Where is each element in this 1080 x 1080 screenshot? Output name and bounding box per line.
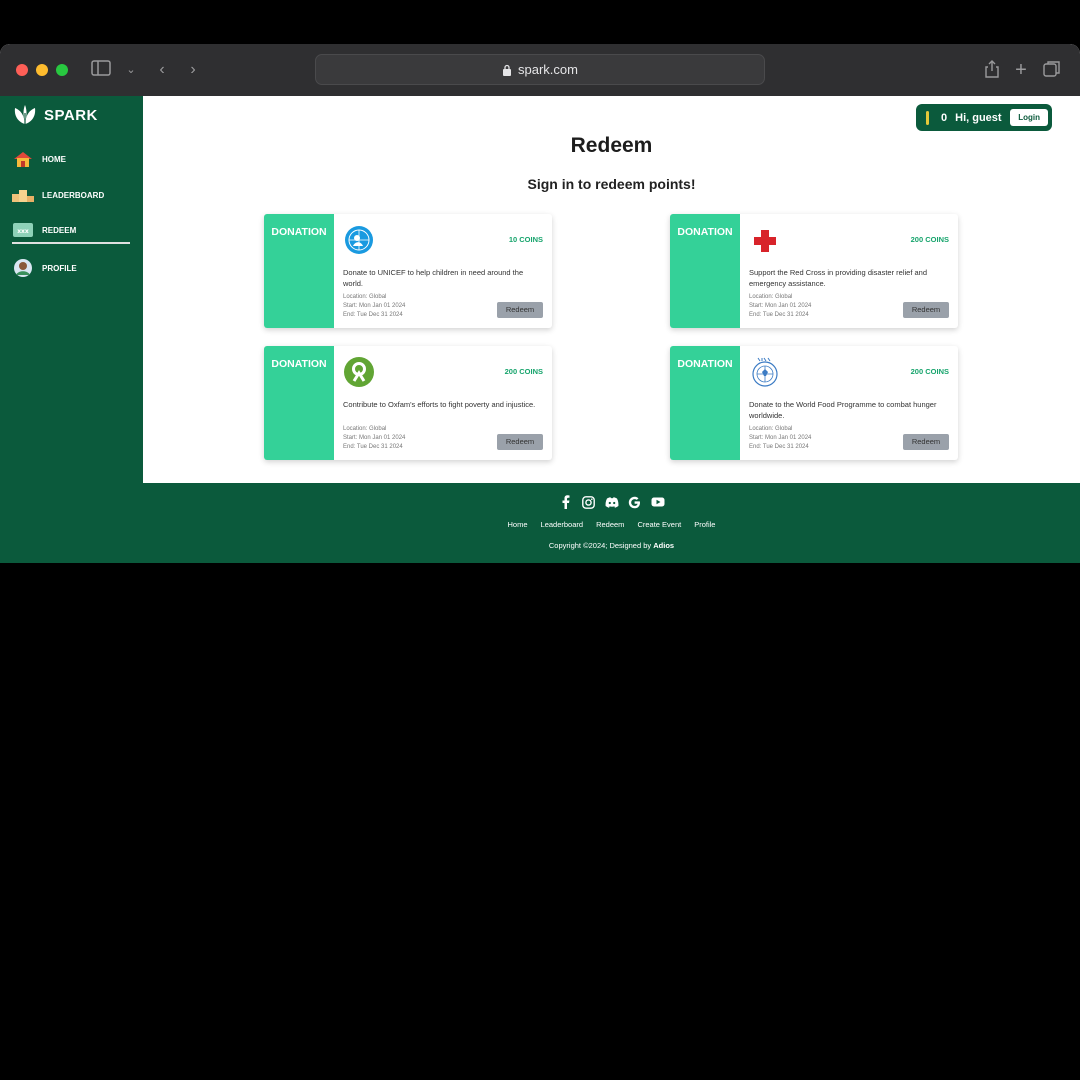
card-meta: Location: Global Start: Mon Jan 01 2024 … [343, 425, 405, 452]
login-button[interactable]: Login [1010, 109, 1048, 126]
coin-cost: 200 COINS [910, 367, 949, 376]
instagram-icon[interactable] [582, 495, 596, 509]
redeem-button[interactable]: Redeem [497, 302, 543, 318]
brand-name: SPARK [44, 106, 98, 124]
coin-cost: 10 COINS [508, 235, 543, 244]
redeem-button[interactable]: Redeem [497, 434, 543, 450]
card-end: End: Tue Dec 31 2024 [749, 312, 809, 318]
card-end: End: Tue Dec 31 2024 [343, 312, 403, 318]
main-content: 0 Hi, guest Login Redeem Sign in to rede… [143, 96, 1080, 483]
red-cross-icon [754, 230, 776, 252]
address-bar[interactable]: spark.com [315, 54, 765, 85]
card-meta: Location: Global Start: Mon Jan 01 2024 … [343, 293, 405, 320]
youtube-icon[interactable] [651, 495, 665, 509]
minimize-window-button[interactable] [36, 64, 48, 76]
url-text: spark.com [518, 62, 578, 77]
new-tab-icon[interactable]: + [1011, 60, 1031, 80]
designer-name: Adios [653, 541, 675, 550]
card-tag: DONATION [670, 214, 740, 328]
close-window-button[interactable] [16, 64, 28, 76]
card-tag: DONATION [670, 346, 740, 460]
sidebar-item-leaderboard[interactable]: LEADERBOARD [12, 182, 130, 208]
card-start: Start: Mon Jan 01 2024 [749, 435, 812, 441]
coin-cost: 200 COINS [910, 235, 949, 244]
card-description: Support the Red Cross in providing disas… [749, 268, 928, 288]
footer-link-home[interactable]: Home [508, 520, 528, 529]
sidebar-item-profile[interactable]: PROFILE [12, 255, 130, 281]
maximize-window-button[interactable] [56, 64, 68, 76]
footer: Home Leaderboard Redeem Create Event Pro… [143, 483, 1080, 563]
card-location: Location: Global [749, 294, 793, 300]
share-icon[interactable] [982, 60, 1002, 80]
coin-cost: 200 COINS [504, 367, 543, 376]
user-status: 0 Hi, guest Login [916, 104, 1052, 131]
sidebar-item-label: PROFILE [42, 263, 77, 273]
sidebar-item-label: HOME [42, 154, 66, 164]
chevron-down-icon[interactable]: ⌄ [121, 60, 141, 80]
home-icon [12, 150, 34, 168]
card-description: Contribute to Oxfam's efforts to fight p… [343, 400, 536, 409]
redeem-button[interactable]: Redeem [903, 302, 949, 318]
footer-link-redeem[interactable]: Redeem [596, 520, 624, 529]
page-title: Redeem [570, 134, 653, 157]
footer-links: Home Leaderboard Redeem Create Event Pro… [143, 520, 1080, 529]
page-subtitle: Sign in to redeem points! [527, 176, 696, 192]
card-tag: DONATION [264, 214, 334, 328]
card-location: Location: Global [343, 426, 387, 432]
sidebar-item-label: REDEEM [42, 225, 77, 235]
coin-icon [926, 110, 929, 125]
sidebar-item-redeem[interactable]: xxx REDEEM [12, 218, 130, 244]
card-meta: Location: Global Start: Mon Jan 01 2024 … [749, 293, 811, 320]
redeem-icon: xxx [12, 221, 34, 239]
copyright: Copyright ©2024; Designed by Adios [143, 541, 1080, 550]
card-end: End: Tue Dec 31 2024 [749, 444, 809, 450]
unicef-icon [345, 226, 373, 254]
footer-link-leaderboard[interactable]: Leaderboard [541, 520, 584, 529]
sidebar: SPARK HOME LEADERBOARD xxx REDEEM PROFIL… [0, 96, 143, 563]
reward-card: DONATION 200 COINS Support the Red Cross… [670, 214, 958, 328]
social-links [143, 495, 1080, 509]
card-description: Donate to the World Food Programme to co… [749, 400, 937, 420]
greeting: Hi, guest [955, 111, 1002, 124]
facebook-icon[interactable] [559, 495, 573, 509]
card-end: End: Tue Dec 31 2024 [343, 444, 403, 450]
reward-card: DONATION 10 COINS Donate to UNICEF to he… [264, 214, 552, 328]
card-start: Start: Mon Jan 01 2024 [749, 303, 812, 309]
sidebar-item-home[interactable]: HOME [12, 146, 130, 172]
reward-card: DONATION 200 COINS Donate to the World F… [670, 346, 958, 460]
forward-icon[interactable]: › [183, 60, 203, 80]
window-controls [16, 64, 68, 76]
browser-toolbar: ⌄ ‹ › spark.com + [0, 44, 1080, 96]
card-meta: Location: Global Start: Mon Jan 01 2024 … [749, 425, 811, 452]
footer-link-create-event[interactable]: Create Event [637, 520, 681, 529]
points-count: 0 [941, 111, 948, 124]
card-location: Location: Global [343, 294, 387, 300]
google-icon[interactable] [628, 495, 642, 509]
card-description: Donate to UNICEF to help children in nee… [343, 268, 524, 288]
card-start: Start: Mon Jan 01 2024 [343, 435, 406, 441]
lock-icon [503, 64, 512, 76]
avatar-icon [12, 259, 34, 277]
back-icon[interactable]: ‹ [152, 60, 172, 80]
card-start: Start: Mon Jan 01 2024 [343, 303, 406, 309]
card-location: Location: Global [749, 426, 793, 432]
footer-link-profile[interactable]: Profile [694, 520, 715, 529]
copyright-text: Copyright ©2024; Designed by [548, 541, 652, 550]
sidebar-toggle-icon[interactable] [91, 60, 111, 80]
reward-card: DONATION 200 COINS Contribute to Oxfam's… [264, 346, 552, 460]
wfp-icon [752, 357, 778, 387]
brand-logo[interactable]: SPARK [12, 104, 98, 126]
spark-leaf-icon [14, 105, 36, 124]
browser-window: ⌄ ‹ › spark.com + SPARK HOME LEADERBOARD… [0, 44, 1080, 563]
sidebar-item-label: LEADERBOARD [42, 190, 105, 200]
discord-icon[interactable] [605, 495, 619, 509]
redeem-button[interactable]: Redeem [903, 434, 949, 450]
oxfam-icon [344, 357, 374, 387]
tab-overview-icon[interactable] [1042, 60, 1062, 80]
card-tag: DONATION [264, 346, 334, 460]
podium-icon [12, 186, 34, 204]
svg-text:xxx: xxx [17, 228, 29, 235]
